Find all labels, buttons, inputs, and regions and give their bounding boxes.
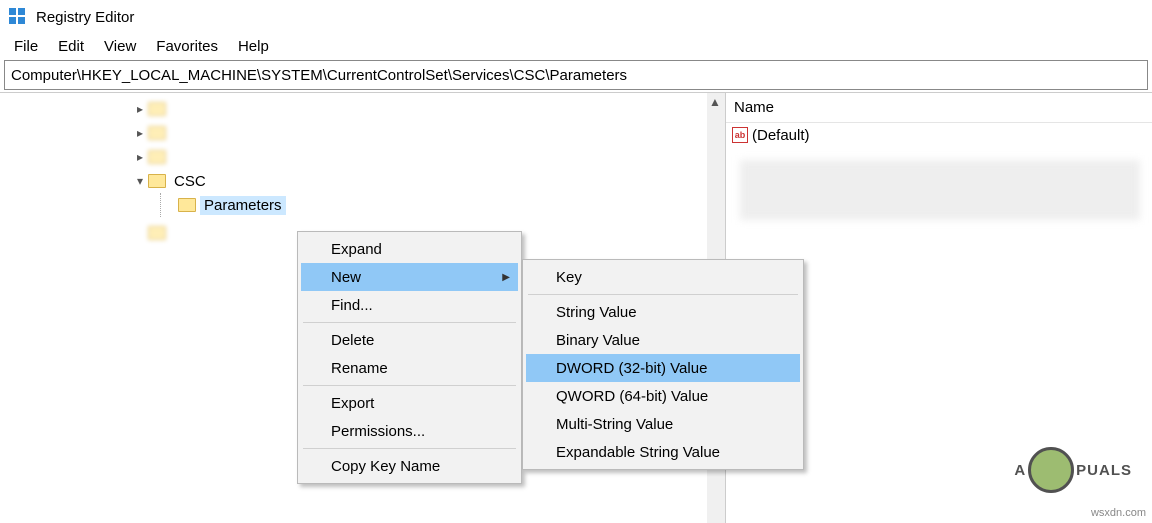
menu-delete[interactable]: Delete [301,326,518,354]
tree-item-csc[interactable]: CSC [170,172,210,191]
watermark-text-a: A [1014,462,1026,479]
submenu-string-value[interactable]: String Value [526,298,800,326]
submenu-binary-value[interactable]: Binary Value [526,326,800,354]
tree-item-blurred [170,148,270,167]
list-header: Name [726,97,1152,123]
column-header-name[interactable]: Name [726,97,976,122]
folder-icon [148,102,166,116]
menu-find[interactable]: Find... [301,291,518,319]
menu-rename[interactable]: Rename [301,354,518,382]
address-path: Computer\HKEY_LOCAL_MACHINE\SYSTEM\Curre… [11,67,627,84]
value-name: (Default) [752,127,810,144]
chevron-right-icon[interactable]: ▸ [132,102,148,116]
menu-permissions[interactable]: Permissions... [301,417,518,445]
submenu-expandable-string-value[interactable]: Expandable String Value [526,438,800,466]
menu-file[interactable]: File [4,36,48,57]
menu-view[interactable]: View [94,36,146,57]
submenu-dword-value[interactable]: DWORD (32-bit) Value [526,354,800,382]
folder-icon [148,226,166,240]
context-submenu-new: Key String Value Binary Value DWORD (32-… [522,259,804,470]
context-menu: Expand New▶ Find... Delete Rename Export… [297,231,522,484]
menu-separator [303,448,516,449]
menu-separator [303,385,516,386]
folder-icon [148,174,166,188]
menu-bar: File Edit View Favorites Help [0,34,1152,58]
folder-icon [148,150,166,164]
menu-new[interactable]: New▶ [301,263,518,291]
folder-icon [178,198,196,212]
list-row-default[interactable]: ab (Default) [726,123,1152,147]
watermark-text-b: PUALS [1076,462,1132,479]
submenu-qword-value[interactable]: QWORD (64-bit) Value [526,382,800,410]
tree-item-blurred [170,224,270,243]
address-bar[interactable]: Computer\HKEY_LOCAL_MACHINE\SYSTEM\Curre… [4,60,1148,90]
tree-line [160,193,176,217]
window-title: Registry Editor [36,9,134,26]
menu-export[interactable]: Export [301,389,518,417]
watermark: A PUALS [1014,447,1132,493]
scroll-up-icon[interactable]: ▲ [709,95,721,109]
string-value-icon: ab [732,127,748,143]
menu-copy-key-name[interactable]: Copy Key Name [301,452,518,480]
attribution: wsxdn.com [1091,507,1146,519]
menu-help[interactable]: Help [228,36,279,57]
watermark-face-icon [1028,447,1074,493]
submenu-key[interactable]: Key [526,263,800,291]
chevron-down-icon[interactable]: ▾ [132,174,148,188]
tree-item-blurred [170,124,270,143]
title-bar: Registry Editor [0,0,1152,34]
submenu-arrow-icon: ▶ [502,272,510,283]
menu-expand[interactable]: Expand [301,235,518,263]
menu-separator [528,294,798,295]
chevron-right-icon[interactable]: ▸ [132,126,148,140]
chevron-right-icon[interactable]: ▸ [132,150,148,164]
tree-item-parameters[interactable]: Parameters [200,196,286,215]
submenu-multi-string-value[interactable]: Multi-String Value [526,410,800,438]
app-icon [8,7,28,27]
menu-edit[interactable]: Edit [48,36,94,57]
tree-item-blurred [170,100,270,119]
menu-separator [303,322,516,323]
blurred-content [740,160,1140,220]
folder-icon [148,126,166,140]
menu-favorites[interactable]: Favorites [146,36,228,57]
